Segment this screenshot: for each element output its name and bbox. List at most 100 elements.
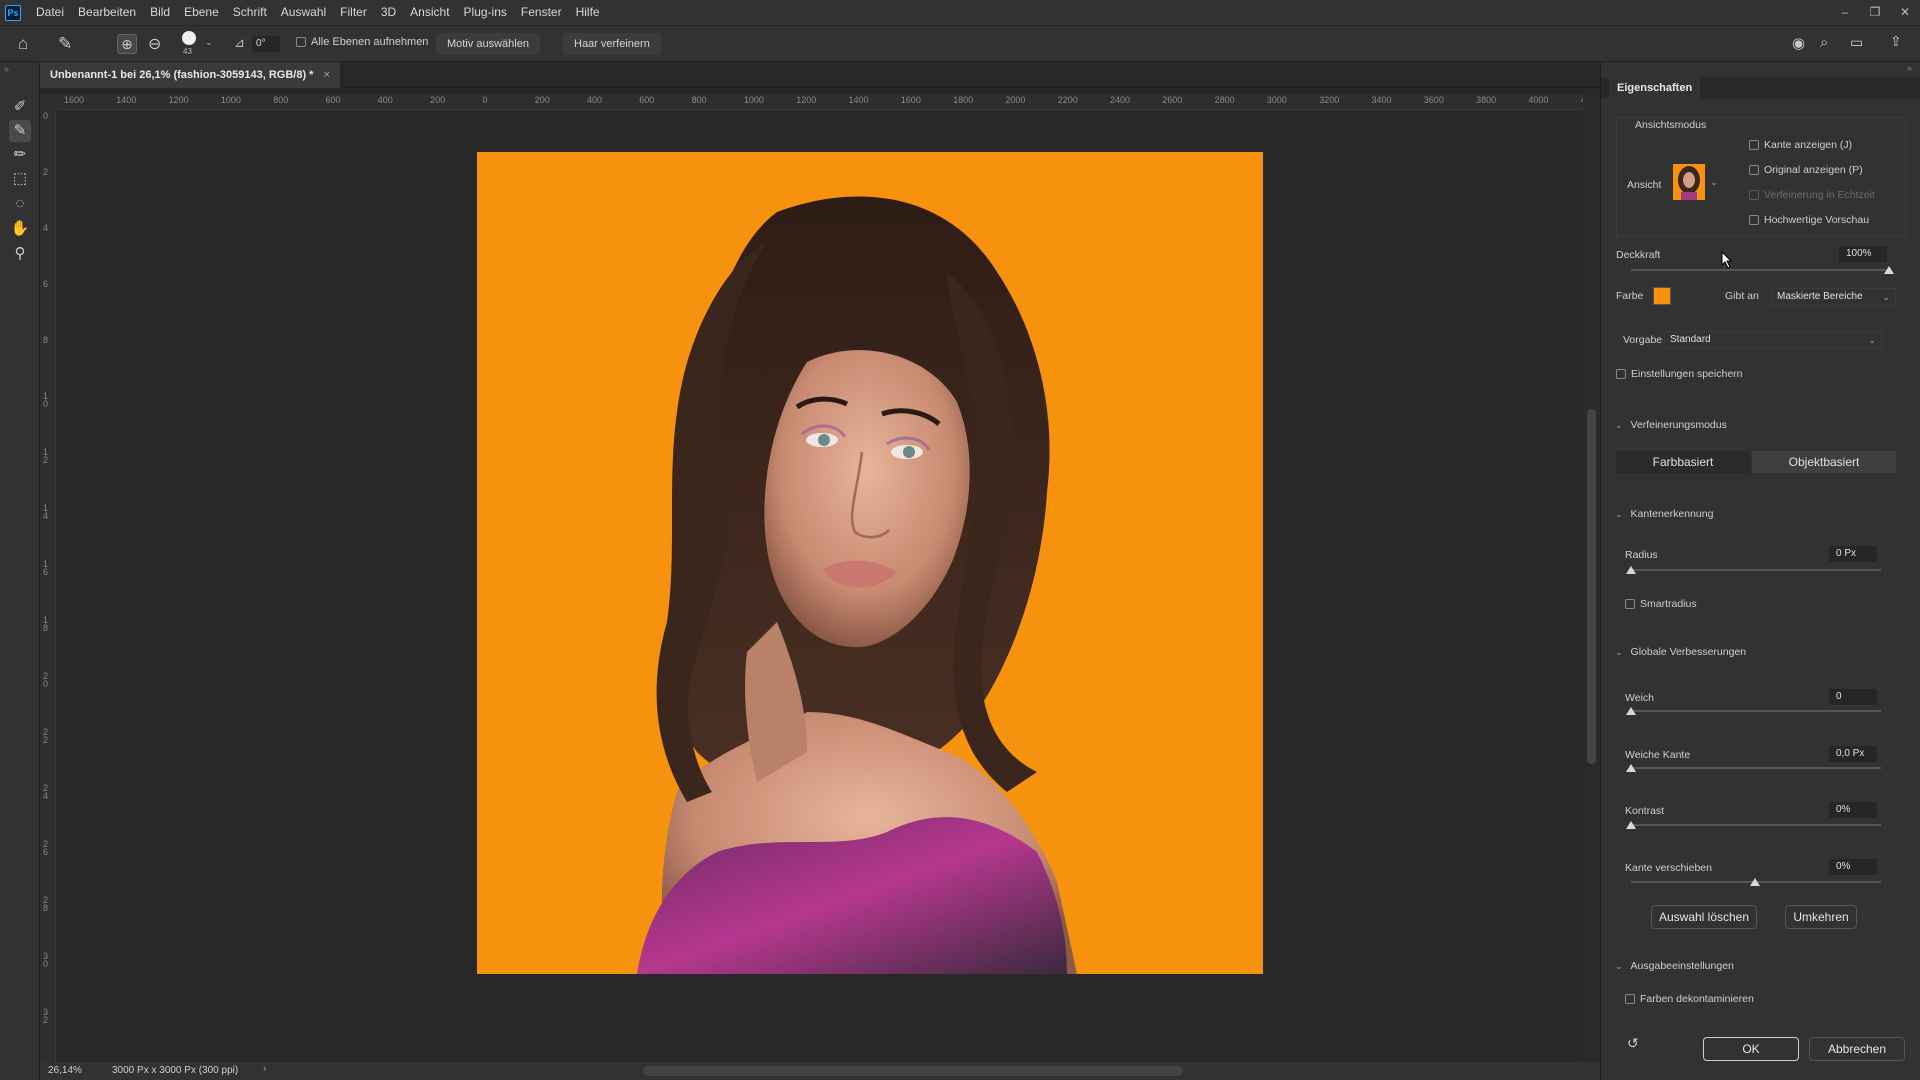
- menu-datei[interactable]: Datei: [29, 0, 71, 25]
- menu-bild[interactable]: Bild: [143, 0, 177, 25]
- share-icon[interactable]: ⇪: [1890, 33, 1902, 50]
- ruler-tick-label: 2600: [1162, 95, 1183, 105]
- menu-ebene[interactable]: Ebene: [177, 0, 226, 25]
- brush-dropdown-chevron-icon[interactable]: ⌄: [205, 37, 213, 48]
- checkbox-box[interactable]: [1625, 599, 1635, 609]
- checkbox-box[interactable]: [296, 37, 306, 47]
- opacity-input[interactable]: 100%: [1839, 246, 1887, 262]
- view-mode-chevron-icon[interactable]: ⌄: [1710, 177, 1718, 188]
- sample-all-layers-checkbox[interactable]: Alle Ebenen aufnehmen: [296, 36, 428, 48]
- menu-fenster[interactable]: Fenster: [514, 0, 569, 25]
- collapse-toolbar-icon[interactable]: »: [4, 64, 9, 74]
- menu-filter[interactable]: Filter: [333, 0, 374, 25]
- home-icon[interactable]: ⌂: [18, 34, 28, 54]
- color-aware-button[interactable]: Farbbasiert: [1616, 451, 1750, 473]
- smooth-slider[interactable]: [1631, 710, 1881, 712]
- checkbox-box[interactable]: [1749, 140, 1759, 150]
- smooth-slider-thumb[interactable]: [1626, 707, 1636, 715]
- checkbox-box[interactable]: [1625, 994, 1635, 1004]
- radius-slider-thumb[interactable]: [1626, 566, 1636, 574]
- feather-slider-thumb[interactable]: [1626, 764, 1636, 772]
- brush-preview-icon[interactable]: [182, 31, 196, 45]
- search-icon[interactable]: ⌕: [1820, 34, 1828, 51]
- document-tab[interactable]: Unbenannt-1 bei 26,1% (fashion-3059143, …: [40, 62, 340, 88]
- invert-button[interactable]: Umkehren: [1785, 905, 1857, 929]
- horizontal-scroll-thumb[interactable]: [643, 1066, 1183, 1076]
- refine-edge-brush-tool-icon[interactable]: ✎: [9, 120, 31, 142]
- menu-auswahl[interactable]: Auswahl: [274, 0, 333, 25]
- ruler-tick-label: 2200: [1057, 95, 1078, 105]
- decontaminate-colors-checkbox[interactable]: Farben dekontaminieren: [1625, 993, 1754, 1005]
- collapse-panel-icon[interactable]: »: [1907, 63, 1912, 73]
- output-settings-section[interactable]: ⌄ Ausgabeeinstellungen: [1615, 960, 1734, 972]
- ruler-tick-label: 2400: [1110, 95, 1131, 105]
- zoom-tool-icon[interactable]: ⚲: [9, 243, 31, 265]
- close-tab-icon[interactable]: ×: [323, 69, 329, 81]
- ok-button[interactable]: OK: [1703, 1037, 1799, 1061]
- smooth-input[interactable]: 0: [1829, 689, 1877, 705]
- hq-preview-checkbox[interactable]: Hochwertige Vorschau: [1749, 214, 1869, 226]
- preset-select[interactable]: Standard ⌄: [1664, 331, 1882, 349]
- brush-tool-icon[interactable]: ✏: [9, 144, 31, 166]
- lasso-tool-icon[interactable]: ◌: [9, 193, 31, 215]
- portrait-photo: [637, 196, 1077, 974]
- view-mode-thumbnail[interactable]: [1673, 164, 1705, 200]
- indicates-value: Maskierte Bereiche: [1777, 291, 1863, 302]
- indicates-select[interactable]: Maskierte Bereiche ⌄: [1771, 288, 1896, 306]
- refine-mode-section[interactable]: ⌄ Verfeinerungsmodus: [1615, 419, 1727, 431]
- shift-edge-input[interactable]: 0%: [1829, 859, 1877, 875]
- object-aware-button[interactable]: Objektbasiert: [1752, 451, 1896, 473]
- save-settings-checkbox[interactable]: Einstellungen speichern: [1616, 368, 1743, 380]
- menu-hilfe[interactable]: Hilfe: [569, 0, 607, 25]
- learn-icon[interactable]: ◉: [1792, 34, 1805, 52]
- show-edge-checkbox[interactable]: Kante anzeigen (J): [1749, 139, 1852, 151]
- object-selection-tool-icon[interactable]: ⬚: [9, 168, 31, 190]
- reset-icon[interactable]: ↺: [1627, 1035, 1639, 1052]
- menu-ansicht[interactable]: Ansicht: [403, 0, 456, 25]
- overlay-color-swatch[interactable]: [1653, 287, 1671, 305]
- vertical-scrollbar[interactable]: [1583, 94, 1600, 1066]
- angle-input[interactable]: 0°: [252, 36, 280, 52]
- workspace-icon[interactable]: ▭: [1850, 34, 1863, 51]
- add-to-selection-icon[interactable]: ⊕: [117, 34, 137, 54]
- status-menu-chevron-icon[interactable]: ›: [263, 1063, 266, 1074]
- ruler-tick-label: 2 4: [43, 783, 49, 801]
- refine-hair-button[interactable]: Haar verfeinern: [563, 33, 661, 55]
- checkbox-box[interactable]: [1749, 165, 1759, 175]
- menu-3d[interactable]: 3D: [374, 0, 403, 25]
- clear-selection-button[interactable]: Auswahl löschen: [1651, 905, 1757, 929]
- show-original-label: Original anzeigen (P): [1764, 164, 1863, 176]
- document-canvas[interactable]: [477, 152, 1263, 974]
- tab-eigenschaften[interactable]: Eigenschaften: [1609, 77, 1701, 99]
- radius-slider[interactable]: [1631, 569, 1881, 571]
- restore-icon[interactable]: ❐: [1860, 0, 1890, 25]
- show-original-checkbox[interactable]: Original anzeigen (P): [1749, 164, 1863, 176]
- contrast-slider[interactable]: [1631, 824, 1881, 826]
- opacity-slider[interactable]: [1631, 269, 1891, 271]
- checkbox-box[interactable]: [1616, 369, 1626, 379]
- contrast-input[interactable]: 0%: [1829, 802, 1877, 818]
- subtract-from-selection-icon[interactable]: ⊖: [148, 34, 161, 54]
- smart-radius-checkbox[interactable]: Smartradius: [1625, 598, 1697, 610]
- vertical-scroll-thumb[interactable]: [1587, 409, 1596, 764]
- edge-detection-section[interactable]: ⌄ Kantenerkennung: [1615, 508, 1713, 520]
- radius-input[interactable]: 0 Px: [1829, 546, 1877, 562]
- select-subject-button[interactable]: Motiv auswählen: [436, 33, 540, 55]
- opacity-slider-thumb[interactable]: [1884, 266, 1894, 274]
- refine-brush-tool-icon[interactable]: ✎: [58, 34, 72, 54]
- menu-bearbeiten[interactable]: Bearbeiten: [71, 0, 143, 25]
- close-window-icon[interactable]: ✕: [1890, 0, 1920, 25]
- zoom-level[interactable]: 26,14%: [48, 1065, 82, 1076]
- shift-edge-slider-thumb[interactable]: [1750, 878, 1760, 886]
- contrast-slider-thumb[interactable]: [1626, 821, 1636, 829]
- cancel-button[interactable]: Abbrechen: [1809, 1037, 1905, 1061]
- minimize-icon[interactable]: –: [1830, 0, 1860, 25]
- menu-plugins[interactable]: Plug-ins: [457, 0, 514, 25]
- quick-selection-tool-icon[interactable]: ✐: [9, 96, 31, 118]
- feather-slider[interactable]: [1631, 767, 1881, 769]
- checkbox-box[interactable]: [1749, 215, 1759, 225]
- feather-input[interactable]: 0,0 Px: [1829, 746, 1877, 762]
- global-refinements-section[interactable]: ⌄ Globale Verbesserungen: [1615, 646, 1746, 658]
- hand-tool-icon[interactable]: ✋: [9, 218, 31, 240]
- menu-schrift[interactable]: Schrift: [226, 0, 274, 25]
